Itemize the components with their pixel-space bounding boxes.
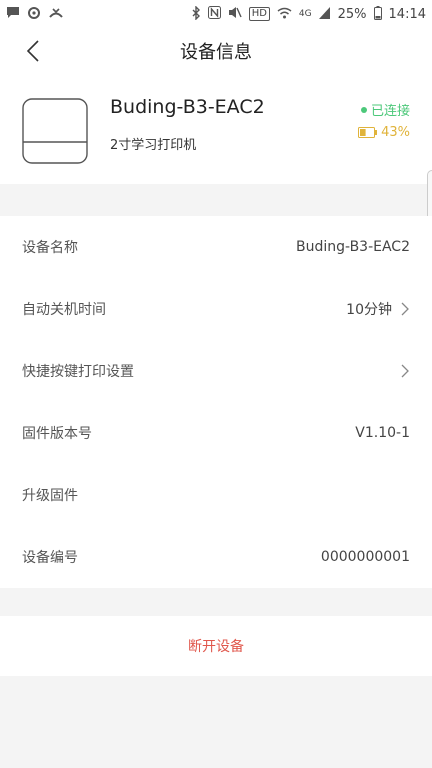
- mute-icon: [228, 6, 242, 22]
- missed-call-icon: [48, 7, 64, 22]
- wifi-icon: [277, 7, 292, 22]
- device-name: Buding-B3-EAC2: [110, 96, 265, 118]
- device-battery: 43%: [358, 125, 410, 140]
- sync-icon: [27, 6, 41, 23]
- row-label: 快捷按键打印设置: [22, 364, 134, 380]
- signal-icon: [318, 6, 331, 22]
- printer-icon: [22, 98, 88, 164]
- network-type-label: 4G: [298, 9, 312, 19]
- row-label: 设备名称: [22, 240, 78, 256]
- device-battery-percent: 43%: [381, 125, 410, 140]
- row-label: 自动关机时间: [22, 302, 106, 318]
- battery-percent: 25%: [337, 6, 367, 22]
- auto-shutdown-row[interactable]: 自动关机时间 10分钟: [0, 278, 432, 340]
- device-card: Buding-B3-EAC2 2寸学习打印机 已连接 43%: [0, 74, 432, 184]
- device-name-row[interactable]: 设备名称 Buding-B3-EAC2: [0, 216, 432, 278]
- settings-list: 设备名称 Buding-B3-EAC2 自动关机时间 10分钟 快捷按键打印设置…: [0, 216, 432, 588]
- device-type: 2寸学习打印机: [110, 138, 197, 153]
- row-value: V1.10-1: [355, 425, 410, 441]
- device-serial-row: 设备编号 0000000001: [0, 526, 432, 588]
- chevron-right-icon: [401, 364, 409, 378]
- connection-status-label: 已连接: [370, 104, 410, 119]
- shortcut-print-settings-row[interactable]: 快捷按键打印设置: [0, 340, 432, 402]
- message-icon: [6, 6, 20, 22]
- row-value: 10分钟: [346, 302, 392, 318]
- battery-icon: [373, 5, 382, 23]
- bluetooth-icon: [192, 4, 201, 23]
- clock: 14:14: [388, 6, 426, 22]
- page-title: 设备信息: [180, 42, 252, 63]
- chevron-right-icon: [401, 302, 409, 316]
- row-label: 固件版本号: [22, 426, 92, 442]
- device-battery-icon: [358, 127, 378, 138]
- nav-bar: 设备信息: [0, 28, 432, 74]
- disconnect-button[interactable]: 断开设备: [0, 616, 432, 676]
- status-bar-left: [6, 6, 64, 23]
- row-label: 设备编号: [22, 550, 78, 566]
- connection-status: 已连接: [360, 100, 410, 119]
- chevron-left-icon: [27, 40, 39, 62]
- status-bar: HD 4G 25% 14:14: [0, 0, 432, 28]
- connected-dot-icon: [360, 106, 367, 113]
- row-value: 0000000001: [320, 549, 410, 565]
- upgrade-firmware-row[interactable]: 升级固件: [0, 464, 432, 526]
- firmware-version-row: 固件版本号 V1.10-1: [0, 402, 432, 464]
- nfc-icon: [207, 6, 221, 22]
- row-label: 升级固件: [22, 488, 78, 504]
- row-value: Buding-B3-EAC2: [296, 239, 410, 255]
- status-bar-right: HD 4G 25% 14:14: [192, 4, 426, 23]
- hd-badge: HD: [248, 7, 270, 21]
- back-button[interactable]: [18, 36, 48, 66]
